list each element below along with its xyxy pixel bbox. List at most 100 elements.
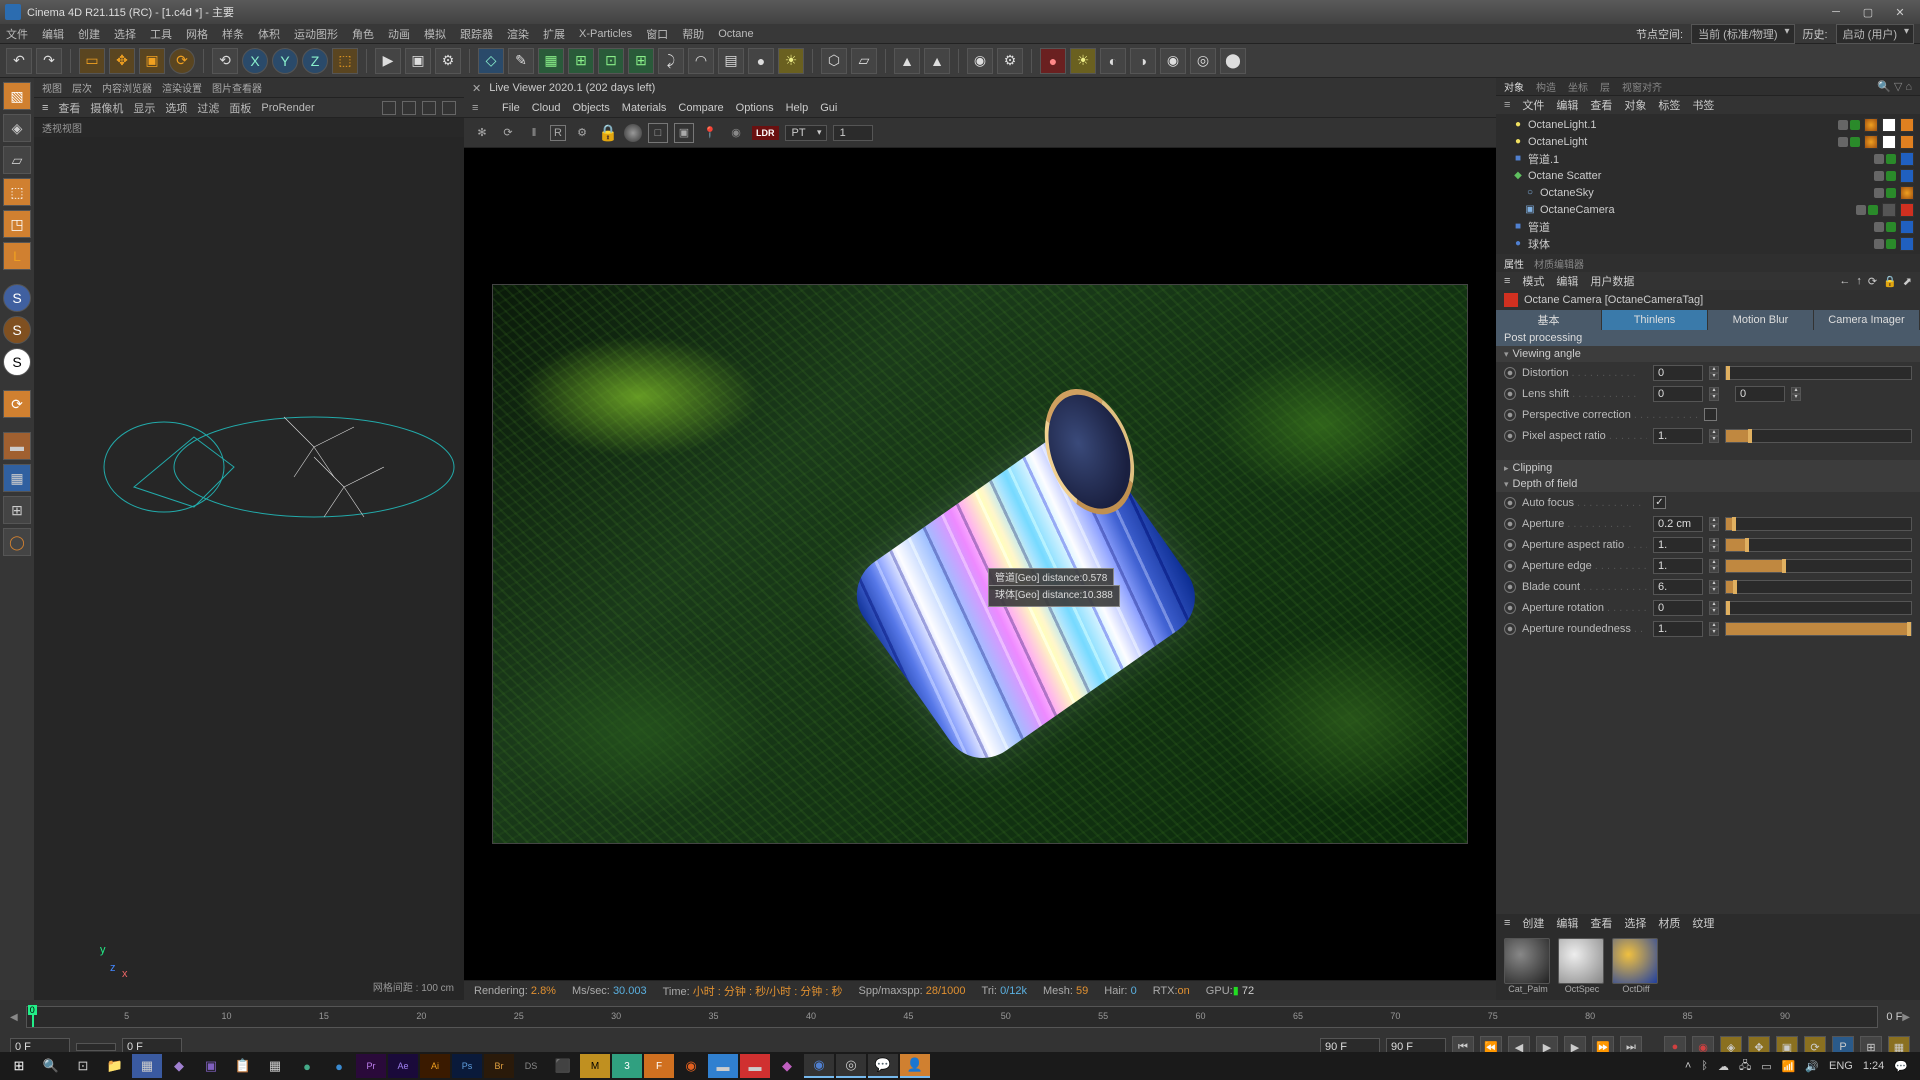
light-button[interactable]: ☀ — [778, 48, 804, 74]
sect-viewing[interactable]: Viewing angle — [1496, 346, 1920, 362]
task-ds[interactable]: DS — [516, 1054, 546, 1078]
explorer-button[interactable]: 📁 — [100, 1054, 130, 1078]
lv-menu-options[interactable]: Options — [736, 102, 774, 114]
render-view-button[interactable]: ▶ — [375, 48, 401, 74]
ap-aspect-input[interactable]: 1. — [1653, 537, 1703, 553]
octane-icon[interactable]: ◉ — [967, 48, 993, 74]
menu-window[interactable]: 窗口 — [646, 26, 668, 42]
lensshift-x-input[interactable]: 0 — [1653, 386, 1703, 402]
render-region-button[interactable]: ▣ — [405, 48, 431, 74]
menu-tools[interactable]: 工具 — [150, 26, 172, 42]
radio-icon[interactable] — [1504, 367, 1516, 379]
pixel-slider[interactable] — [1725, 429, 1912, 443]
om-menu-file[interactable]: 文件 — [1522, 97, 1544, 113]
lv-sphere-icon[interactable] — [624, 124, 642, 142]
mat-menu-select[interactable]: 选择 — [1624, 915, 1646, 931]
object-mode-button[interactable]: ⬚ — [3, 178, 31, 206]
tray-notif-icon[interactable]: 💬 — [1894, 1060, 1908, 1073]
vp-nav1-icon[interactable] — [382, 101, 396, 115]
tray-wifi-icon[interactable]: 📶 — [1782, 1060, 1796, 1073]
playhead[interactable] — [32, 1007, 34, 1027]
coord-button[interactable]: ⬚ — [332, 48, 358, 74]
menu-extensions[interactable]: 扩展 — [543, 26, 565, 42]
vp-menu-cam[interactable]: 摄像机 — [90, 100, 123, 116]
cube-button[interactable]: ◇ — [478, 48, 504, 74]
lv-pause-icon[interactable]: ‖ — [524, 123, 544, 143]
octane-sun-button[interactable]: ☀ — [1070, 48, 1096, 74]
s3-button[interactable]: S — [3, 348, 31, 376]
ap-rot-slider[interactable] — [1725, 601, 1912, 615]
redo-button[interactable]: ↷ — [36, 48, 62, 74]
task-o1[interactable]: ◉ — [676, 1054, 706, 1078]
ap-round-input[interactable]: 1. — [1653, 621, 1703, 637]
menu-mograph[interactable]: 运动图形 — [294, 26, 338, 42]
ext-icon[interactable]: ⬈ — [1903, 275, 1912, 288]
lv-reload-icon[interactable]: ⟳ — [498, 123, 518, 143]
om-hamburger-icon[interactable]: ≡ — [1504, 99, 1510, 111]
ae-button[interactable]: Ae — [388, 1054, 418, 1078]
select-button[interactable]: ▭ — [79, 48, 105, 74]
aperture-slider[interactable] — [1725, 517, 1912, 531]
ap-rot-input[interactable]: 0 — [1653, 600, 1703, 616]
rc-tab-align[interactable]: 视窗对齐 — [1622, 79, 1662, 94]
scale-button[interactable]: ▣ — [139, 48, 165, 74]
snap-b-button[interactable]: ▲ — [924, 48, 950, 74]
mat-menu-view[interactable]: 查看 — [1590, 915, 1612, 931]
vp-nav3-icon[interactable] — [422, 101, 436, 115]
history-combo[interactable]: 启动 (用户) — [1836, 24, 1914, 44]
octane-env-button[interactable]: ◉ — [1160, 48, 1186, 74]
lv-gear-icon[interactable]: ⚙ — [572, 123, 592, 143]
maximize-button[interactable]: ▢ — [1853, 3, 1883, 21]
distortion-input[interactable]: 0 — [1653, 365, 1703, 381]
c4d-task-button[interactable]: ◉ — [804, 1054, 834, 1078]
kernel-select[interactable]: PT — [785, 125, 827, 141]
om-menu-book[interactable]: 书签 — [1692, 97, 1714, 113]
ldr-badge[interactable]: LDR — [752, 126, 779, 140]
magnet-button[interactable]: ⬡ — [821, 48, 847, 74]
texture-mode-button[interactable]: ◈ — [3, 114, 31, 142]
lensshift-y-input[interactable]: 0 — [1735, 386, 1785, 402]
mat-menu-edit[interactable]: 编辑 — [1556, 915, 1578, 931]
s2-button[interactable]: S — [3, 316, 31, 344]
lv-r-icon[interactable]: R — [550, 125, 566, 141]
lv-pin2-icon[interactable]: ◉ — [726, 123, 746, 143]
object-row[interactable]: ●球体 — [1502, 235, 1914, 252]
material-item[interactable]: Cat_Palm — [1504, 938, 1552, 994]
close-button[interactable]: ✕ — [1885, 3, 1915, 21]
lv-menu-compare[interactable]: Compare — [678, 102, 723, 114]
lv-menu-materials[interactable]: Materials — [622, 102, 667, 114]
octane-hdri-button[interactable]: ◎ — [1190, 48, 1216, 74]
floor-button[interactable]: ▤ — [718, 48, 744, 74]
cam-tab-basic[interactable]: 基本 — [1496, 310, 1602, 330]
ai-button[interactable]: Ai — [420, 1054, 450, 1078]
octane-mat-button[interactable]: ⬤ — [1220, 48, 1246, 74]
menu-octane[interactable]: Octane — [718, 28, 753, 40]
om-menu-view[interactable]: 查看 — [1590, 97, 1612, 113]
tray-up-icon[interactable]: ˄ — [1685, 1060, 1691, 1072]
axis-mode-button[interactable]: ◳ — [3, 210, 31, 238]
reload2-icon[interactable]: ⟳ — [1868, 275, 1877, 288]
persp-checkbox[interactable] — [1704, 408, 1717, 421]
pixel-ratio-input[interactable]: 1. — [1653, 428, 1703, 444]
object-row[interactable]: ▣OctaneCamera — [1502, 201, 1914, 218]
tray-batt-icon[interactable]: ▭ — [1761, 1060, 1771, 1073]
lv-menu-objects[interactable]: Objects — [572, 102, 609, 114]
ap-edge-slider[interactable] — [1725, 559, 1912, 573]
distortion-slider[interactable] — [1725, 366, 1912, 380]
aperture-input[interactable]: 0.2 cm — [1653, 516, 1703, 532]
menu-animate[interactable]: 动画 — [388, 26, 410, 42]
edge-mode-button[interactable]: ▬ — [3, 432, 31, 460]
lv-sq2-icon[interactable]: ▣ — [674, 123, 694, 143]
render-settings-button[interactable]: ⚙ — [435, 48, 461, 74]
spinner[interactable]: ▴▾ — [1709, 366, 1719, 380]
camera-button[interactable]: ● — [748, 48, 774, 74]
y-axis-button[interactable]: Y — [272, 48, 298, 74]
task-3[interactable]: 3 — [612, 1054, 642, 1078]
uv-mode-button[interactable]: ⊞ — [3, 496, 31, 524]
vp-menu-disp[interactable]: 显示 — [133, 100, 155, 116]
menu-spline[interactable]: 样条 — [222, 26, 244, 42]
vp-menu-panel[interactable]: 面板 — [229, 100, 251, 116]
lv-close-icon[interactable]: ✕ — [472, 82, 481, 95]
search-icon[interactable]: 🔍 ▽ ⌂ — [1877, 80, 1912, 93]
object-row[interactable]: ●OctaneLight.1 — [1502, 116, 1914, 133]
